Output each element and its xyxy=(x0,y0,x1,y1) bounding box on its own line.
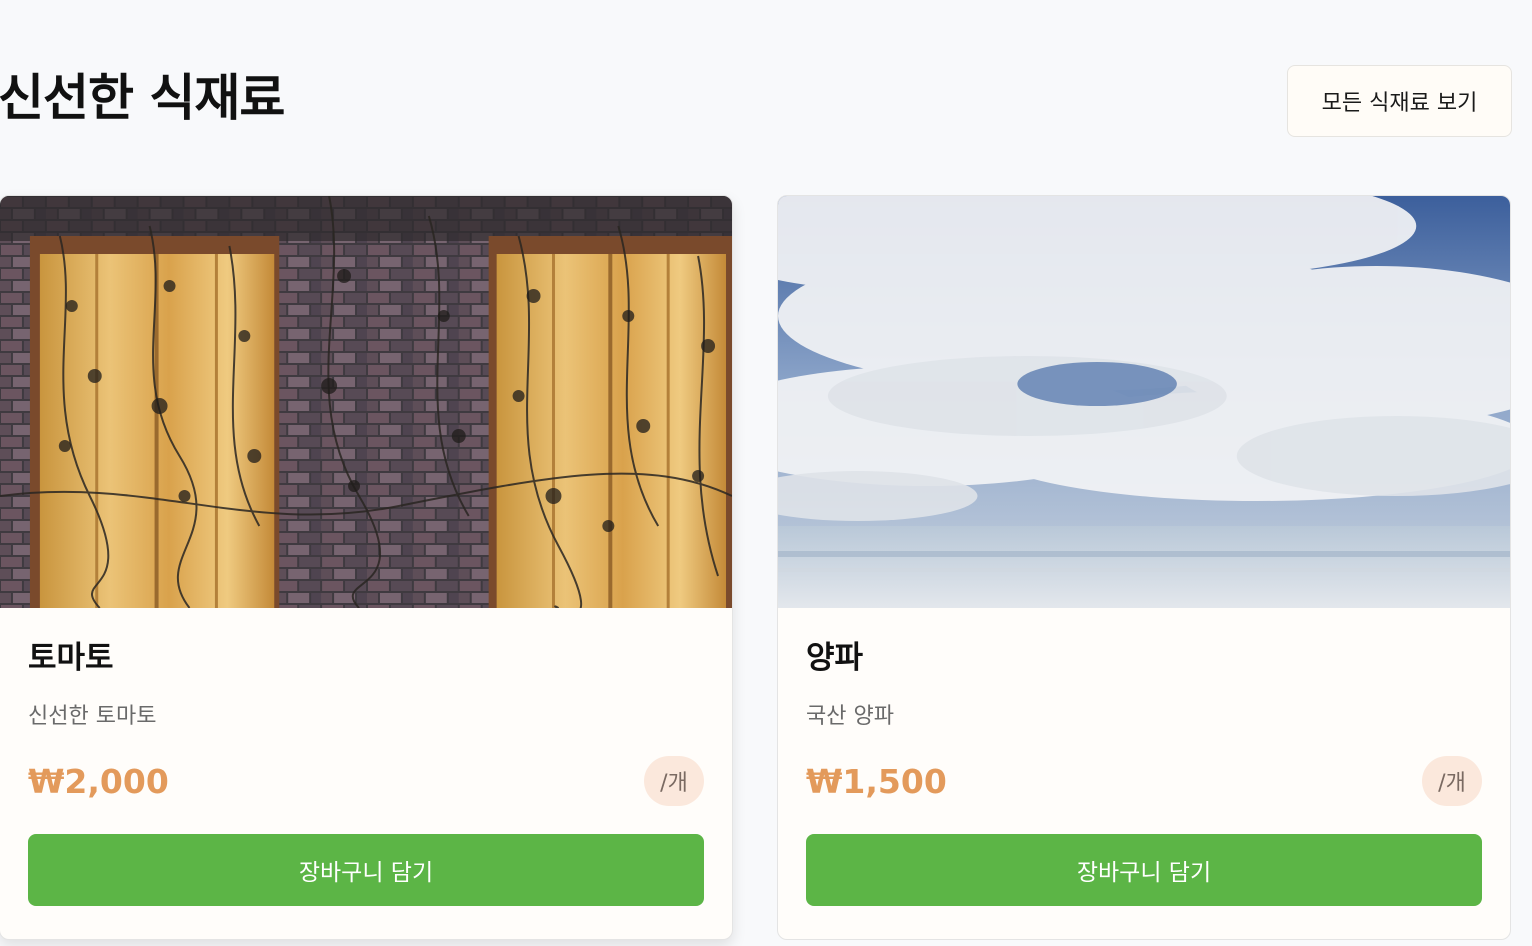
add-to-cart-button[interactable]: 장바구니 담기 xyxy=(806,834,1482,906)
view-all-button[interactable]: 모든 식재료 보기 xyxy=(1287,65,1512,137)
product-card-body: 토마토 신선한 토마토 ₩2,000 /개 장바구니 담기 xyxy=(28,608,704,939)
section-title: 신선한 식재료 xyxy=(0,69,285,127)
unit-badge: /개 xyxy=(644,756,704,806)
product-card-body: 양파 국산 양파 ₩1,500 /개 장바구니 담기 xyxy=(806,608,1482,939)
add-to-cart-button[interactable]: 장바구니 담기 xyxy=(28,834,704,906)
product-price: ₩2,000 xyxy=(28,762,169,801)
product-image[interactable] xyxy=(778,196,1510,608)
product-image[interactable] xyxy=(0,196,732,608)
unit-badge: /개 xyxy=(1422,756,1482,806)
page: 신선한 식재료 모든 식재료 보기 토마토 신선한 토마토 ₩2,000 /개 … xyxy=(0,0,1532,946)
product-card[interactable]: 토마토 신선한 토마토 ₩2,000 /개 장바구니 담기 xyxy=(0,195,733,940)
product-card[interactable]: 양파 국산 양파 ₩1,500 /개 장바구니 담기 xyxy=(777,195,1511,940)
product-name: 토마토 xyxy=(28,640,114,676)
product-name: 양파 xyxy=(806,640,864,676)
product-description: 신선한 토마토 xyxy=(28,704,157,729)
product-description: 국산 양파 xyxy=(806,704,894,729)
product-price: ₩1,500 xyxy=(806,762,947,801)
